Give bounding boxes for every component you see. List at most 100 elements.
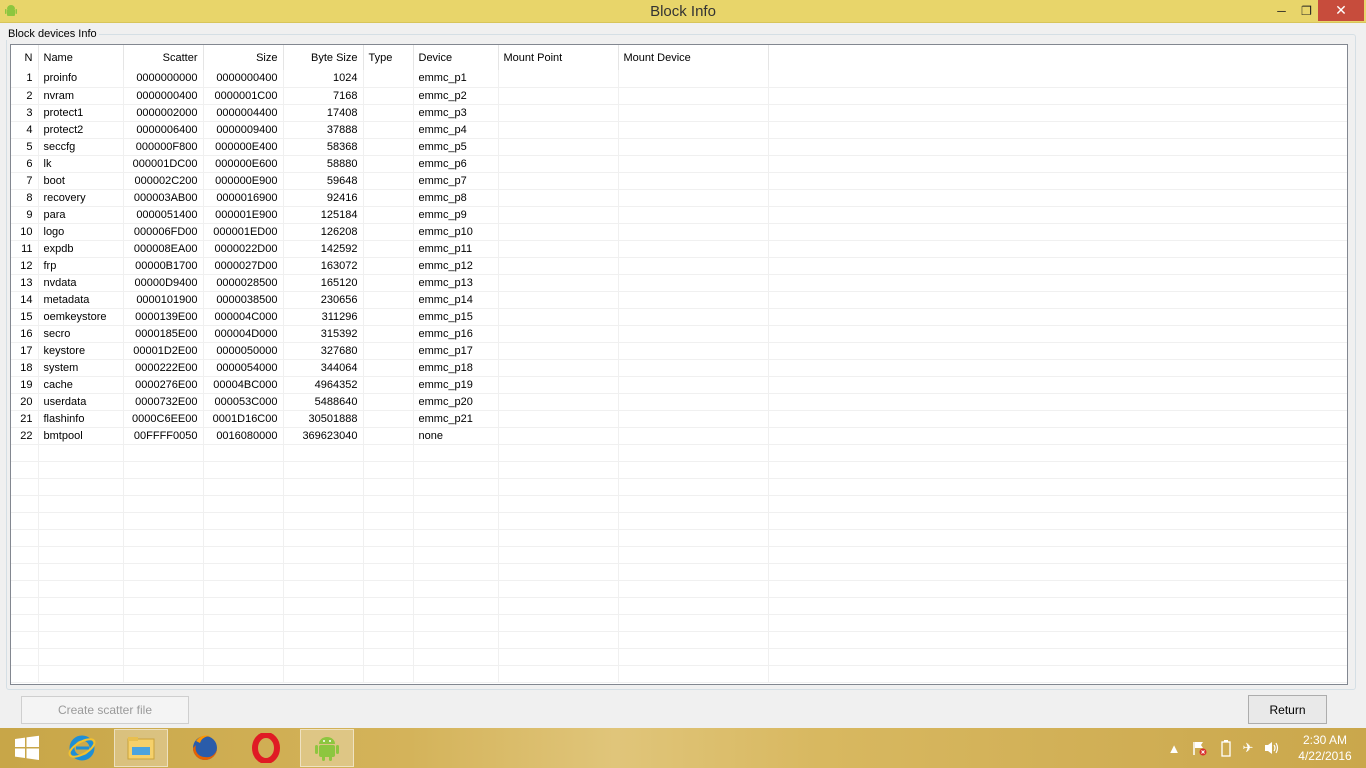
create-scatter-file-button[interactable]: Create scatter file bbox=[21, 696, 189, 724]
empty-row bbox=[11, 665, 1347, 683]
column-header-mount-point[interactable]: Mount Point bbox=[498, 45, 619, 70]
empty-cell bbox=[123, 580, 204, 598]
column-header-byte-size[interactable]: Byte Size bbox=[283, 45, 364, 70]
table-row[interactable]: 1 proinfo 0000000000 0000000400 1024 emmc_p1 bbox=[11, 70, 1347, 88]
taskbar-internet-explorer[interactable] bbox=[55, 729, 109, 767]
cell-n: 19 bbox=[11, 376, 39, 394]
table-row[interactable]: 17 keystore 00001D2E00 0000050000 327680 emmc… bbox=[11, 342, 1347, 360]
cell-n: 7 bbox=[11, 172, 39, 190]
action-center-icon[interactable] bbox=[1189, 728, 1209, 768]
cell-mount-device bbox=[618, 104, 769, 122]
cell-mount-point bbox=[498, 274, 619, 292]
table-row[interactable]: 4 protect2 0000006400 0000009400 37888 emmc_p… bbox=[11, 121, 1347, 139]
column-header-n[interactable]: N bbox=[11, 45, 39, 70]
cell-filler bbox=[768, 376, 1347, 394]
table-row[interactable]: 19 cache 0000276E00 00004BC000 4964352 emmc_p… bbox=[11, 376, 1347, 394]
taskbar-file-explorer[interactable] bbox=[114, 729, 168, 767]
table-row[interactable]: 9 para 0000051400 000001E900 125184 emmc_p9 bbox=[11, 206, 1347, 224]
cell-filler bbox=[768, 70, 1347, 88]
block-devices-list[interactable]: N Name Scatter Size Byte Size Type Devic… bbox=[10, 44, 1348, 685]
cell-size: 0000038500 bbox=[203, 291, 284, 309]
cell-n: 8 bbox=[11, 189, 39, 207]
empty-cell bbox=[768, 546, 1347, 564]
table-row[interactable]: 5 seccfg 000000F800 000000E400 58368 emmc_p5 bbox=[11, 138, 1347, 156]
empty-cell bbox=[283, 563, 364, 581]
cell-mount-device bbox=[618, 410, 769, 428]
empty-cell bbox=[203, 580, 284, 598]
cell-size: 000000E600 bbox=[203, 155, 284, 173]
cell-mount-point bbox=[498, 291, 619, 309]
empty-row bbox=[11, 444, 1347, 462]
empty-cell bbox=[203, 512, 284, 530]
table-row[interactable]: 20 userdata 0000732E00 000053C000 5488640 emm… bbox=[11, 393, 1347, 411]
column-header-mount-device[interactable]: Mount Device bbox=[618, 45, 769, 70]
cell-byte-size: 344064 bbox=[283, 359, 364, 377]
empty-cell bbox=[363, 478, 414, 496]
cell-type bbox=[363, 325, 414, 343]
empty-cell bbox=[498, 461, 619, 479]
table-row[interactable]: 16 secro 0000185E00 000004D000 315392 emmc_p1… bbox=[11, 325, 1347, 343]
empty-cell bbox=[38, 444, 124, 462]
cell-n: 10 bbox=[11, 223, 39, 241]
cell-mount-device bbox=[618, 342, 769, 360]
empty-cell bbox=[38, 631, 124, 649]
start-button[interactable] bbox=[0, 729, 54, 767]
column-header-name[interactable]: Name bbox=[38, 45, 124, 70]
empty-cell bbox=[123, 495, 204, 513]
volume-icon[interactable] bbox=[1262, 728, 1282, 768]
cell-filler bbox=[768, 206, 1347, 224]
table-row[interactable]: 14 metadata 0000101900 0000038500 230656 emmc… bbox=[11, 291, 1347, 309]
empty-cell bbox=[413, 665, 499, 683]
table-row[interactable]: 12 frp 00000B1700 0000027D00 163072 emmc_p12 bbox=[11, 257, 1347, 275]
cell-scatter: 000003AB00 bbox=[123, 189, 204, 207]
cell-type bbox=[363, 393, 414, 411]
column-header-size[interactable]: Size bbox=[203, 45, 284, 70]
empty-cell bbox=[498, 478, 619, 496]
empty-cell bbox=[413, 495, 499, 513]
empty-cell bbox=[618, 597, 769, 615]
taskbar-opera[interactable] bbox=[239, 729, 293, 767]
table-row[interactable]: 8 recovery 000003AB00 0000016900 92416 emmc_p… bbox=[11, 189, 1347, 207]
cell-scatter: 0000C6EE00 bbox=[123, 410, 204, 428]
block-devices-table: N Name Scatter Size Byte Size Type Devic… bbox=[11, 45, 1347, 683]
table-row[interactable]: 11 expdb 000008EA00 0000022D00 142592 emmc_p1… bbox=[11, 240, 1347, 258]
table-row[interactable]: 6 lk 000001DC00 000000E600 58880 emmc_p6 bbox=[11, 155, 1347, 173]
empty-cell bbox=[413, 512, 499, 530]
show-hidden-icons-button[interactable]: ▲ bbox=[1167, 728, 1181, 768]
close-button[interactable]: ✕ bbox=[1318, 0, 1364, 21]
column-header-device[interactable]: Device bbox=[413, 45, 499, 70]
empty-cell bbox=[123, 444, 204, 462]
table-row[interactable]: 21 flashinfo 0000C6EE00 0001D16C00 30501888 e… bbox=[11, 410, 1347, 428]
empty-cell bbox=[768, 597, 1347, 615]
taskbar-firefox[interactable] bbox=[178, 729, 232, 767]
maximize-button[interactable]: ❐ bbox=[1292, 0, 1321, 21]
empty-cell bbox=[123, 597, 204, 615]
table-row[interactable]: 15 oemkeystore 0000139E00 000004C000 311296 e… bbox=[11, 308, 1347, 326]
table-row[interactable]: 3 protect1 0000002000 0000004400 17408 emmc_p… bbox=[11, 104, 1347, 122]
cell-size: 000001ED00 bbox=[203, 223, 284, 241]
cell-mount-point bbox=[498, 189, 619, 207]
table-row[interactable]: 18 system 0000222E00 0000054000 344064 emmc_p… bbox=[11, 359, 1347, 377]
empty-cell bbox=[498, 597, 619, 615]
table-row[interactable]: 10 logo 000006FD00 000001ED00 126208 emmc_p10 bbox=[11, 223, 1347, 241]
battery-icon[interactable] bbox=[1216, 728, 1236, 768]
table-row[interactable]: 7 boot 000002C200 000000E900 59648 emmc_p7 bbox=[11, 172, 1347, 190]
column-header-scatter[interactable]: Scatter bbox=[123, 45, 204, 70]
empty-cell bbox=[363, 614, 414, 632]
cell-byte-size: 4964352 bbox=[283, 376, 364, 394]
table-row[interactable]: 13 nvdata 00000D9400 0000028500 165120 emmc_p… bbox=[11, 274, 1347, 292]
empty-cell bbox=[768, 529, 1347, 547]
empty-cell bbox=[11, 648, 39, 666]
empty-cell bbox=[768, 512, 1347, 530]
cell-type bbox=[363, 376, 414, 394]
airplane-mode-icon[interactable]: ✈ bbox=[1238, 728, 1258, 768]
column-header-type[interactable]: Type bbox=[363, 45, 414, 70]
return-button[interactable]: Return bbox=[1248, 695, 1327, 724]
table-row[interactable]: 2 nvram 0000000400 0000001C00 7168 emmc_p2 bbox=[11, 87, 1347, 105]
cell-n: 3 bbox=[11, 104, 39, 122]
cell-type bbox=[363, 342, 414, 360]
taskbar-android-tool[interactable] bbox=[300, 729, 354, 767]
empty-cell bbox=[38, 648, 124, 666]
table-row[interactable]: 22 bmtpool 00FFFF0050 0016080000 369623040 no… bbox=[11, 427, 1347, 445]
taskbar-clock[interactable]: 2:30 AM 4/22/2016 bbox=[1290, 732, 1360, 764]
